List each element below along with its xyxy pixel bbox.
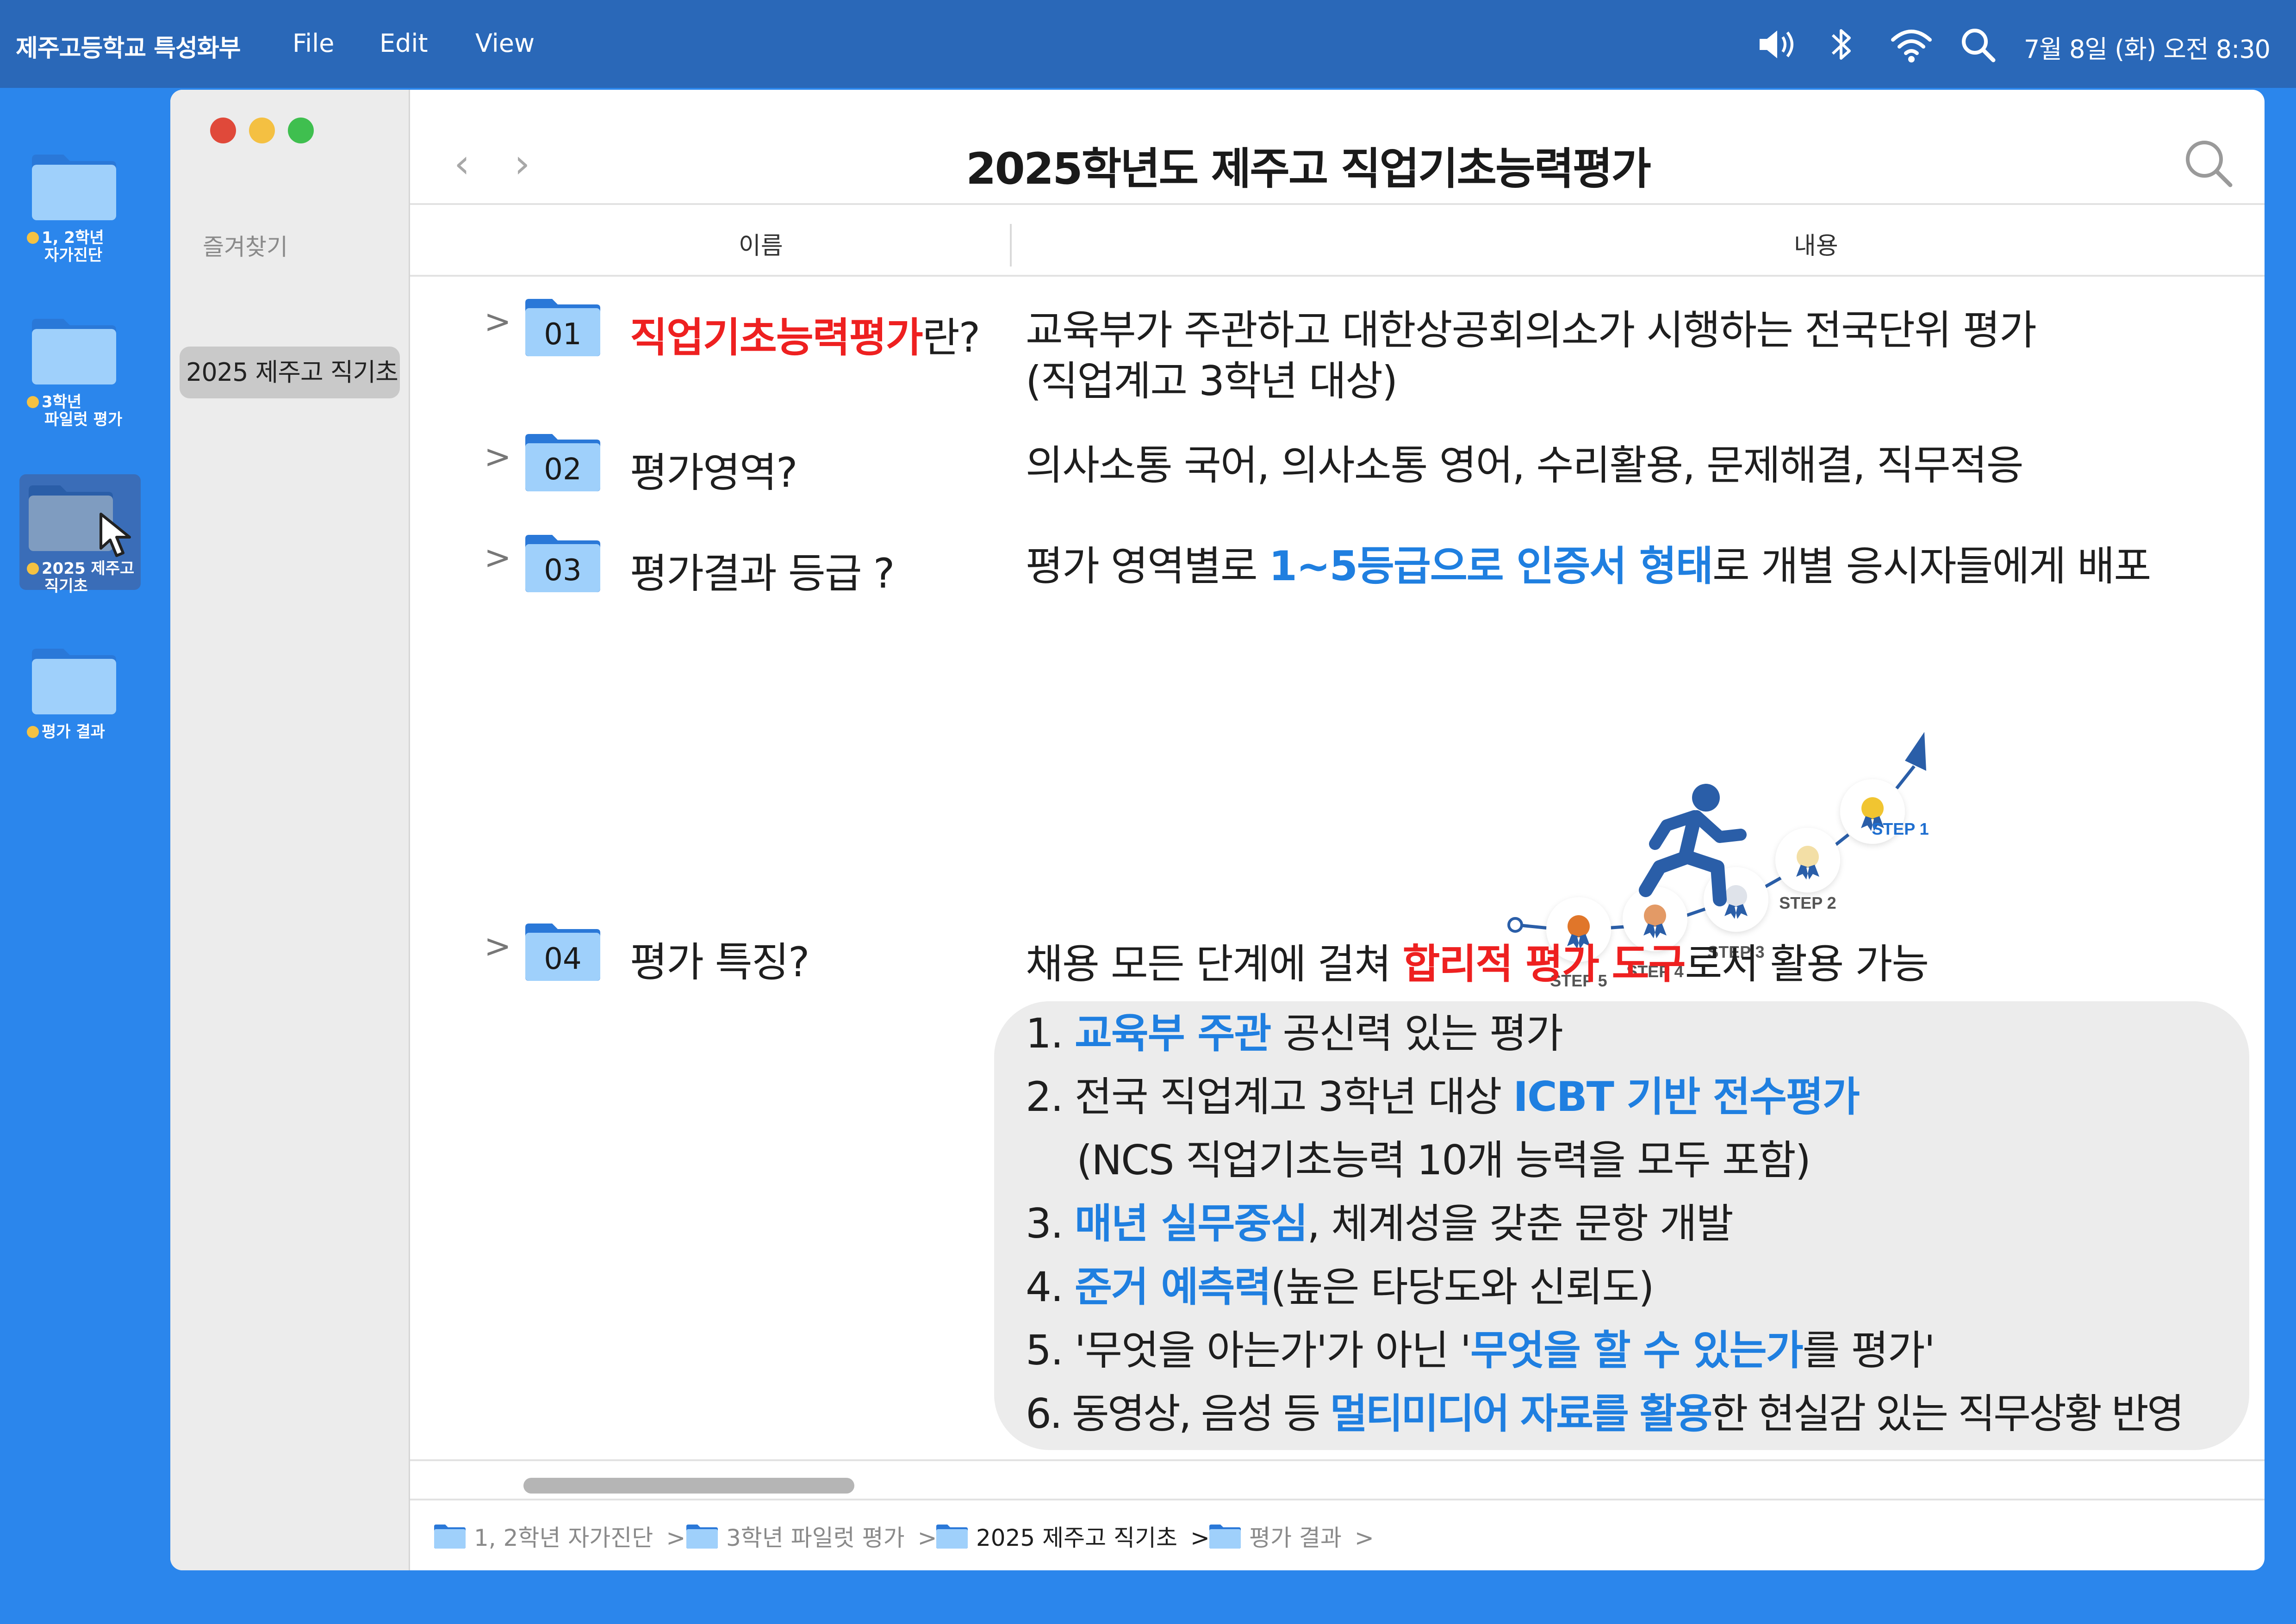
row-folder-03[interactable]: 03 xyxy=(523,534,602,593)
row-text-02: 의사소통 국어, 의사소통 영어, 수리활용, 문제해결, 직무적응 xyxy=(1026,441,2024,489)
disclosure-chevron[interactable]: > xyxy=(484,303,511,341)
disclosure-chevron[interactable]: > xyxy=(484,539,511,576)
divider xyxy=(410,203,2265,205)
feature-item: 1. 교육부 주관 공신력 있는 평가 xyxy=(1026,1010,1563,1057)
desktop-folder-2025[interactable]: 2025 제주고 직기초 xyxy=(19,474,157,627)
row-name-01[interactable]: 직업기초능력평가란? xyxy=(630,305,980,364)
row-folder-04[interactable]: 04 xyxy=(523,923,602,982)
divider xyxy=(410,1499,2265,1500)
finder-window: 즐겨찾기 2025 제주고 직기초 ‹ › 2025학년도 제주고 직업기초능력… xyxy=(170,90,2265,1570)
divider xyxy=(410,1459,2265,1461)
disclosure-chevron[interactable]: > xyxy=(484,438,511,476)
window-title: 2025학년도 제주고 직업기초능력평가 xyxy=(966,144,1651,194)
folder-icon xyxy=(686,1525,718,1549)
step-label: STEP 1 xyxy=(1872,819,1929,838)
desktop-folder-results[interactable]: 평가 결과 xyxy=(19,647,157,790)
row-name-03[interactable]: 평가결과 등급 ? xyxy=(630,541,895,600)
menu-view[interactable]: View xyxy=(475,29,535,58)
column-header-content[interactable]: 내용 xyxy=(1794,226,1838,261)
tag-dot-icon xyxy=(27,726,39,738)
cursor-icon xyxy=(100,513,131,557)
breadcrumb-item[interactable]: 평가 결과 > xyxy=(1208,1519,1374,1553)
sidebar: 즐겨찾기 2025 제주고 직기초 xyxy=(170,90,410,1570)
app-name[interactable]: 제주고등학교 특성화부 xyxy=(16,29,241,63)
zoom-button[interactable] xyxy=(288,118,314,143)
feature-item: 4. 준거 예측력(높은 타당도와 신뢰도) xyxy=(1026,1263,1655,1311)
step-label: STEP 2 xyxy=(1779,893,1836,912)
desktop-folder-self-diagnosis[interactable]: 1, 2학년 자가진단 xyxy=(19,153,157,296)
volume-icon[interactable] xyxy=(1754,21,1800,68)
medal-step-2 xyxy=(1775,828,1840,893)
folder-icon xyxy=(32,319,116,384)
search-icon[interactable] xyxy=(2181,136,2237,192)
wifi-icon[interactable] xyxy=(1888,21,1935,68)
feature-item: 3. 매년 실무중심, 체계성을 갖춘 문항 개발 xyxy=(1026,1200,1734,1247)
column-divider[interactable] xyxy=(1010,224,1012,267)
desktop-folder-pilot[interactable]: 3학년 파일럿 평가 xyxy=(19,317,157,460)
main-pane: ‹ › 2025학년도 제주고 직업기초능력평가 이름 내용 > 01 직업기초… xyxy=(410,90,2265,1570)
tag-dot-icon xyxy=(27,396,39,408)
desktop-folder-label: 2025 제주고 직기초 xyxy=(27,560,134,595)
horizontal-scrollbar[interactable] xyxy=(523,1478,854,1494)
column-header-name[interactable]: 이름 xyxy=(739,226,783,261)
folder-icon xyxy=(32,155,116,220)
desktop-folder-label: 평가 결과 xyxy=(27,723,105,741)
sidebar-item-2025[interactable]: 2025 제주고 직기초 xyxy=(180,347,400,398)
tag-dot-icon xyxy=(27,232,39,244)
row-text-04: 채용 모든 단계에 걸쳐 합리적 평가 도구로서 활용 가능 xyxy=(1026,940,1929,988)
breadcrumb-item[interactable]: 1, 2학년 자가진단 > xyxy=(433,1519,685,1553)
desktop-folder-label: 1, 2학년 자가진단 xyxy=(27,229,104,264)
feature-item: 2. 전국 직업계고 3학년 대상 ICBT 기반 전수평가 xyxy=(1026,1073,1860,1121)
row-folder-01[interactable]: 01 xyxy=(523,298,602,357)
feature-item: 6. 동영상, 음성 등 멀티미디어 자료를 활용한 현실감 있는 직무상황 반… xyxy=(1026,1390,2184,1438)
bluetooth-icon[interactable] xyxy=(1823,21,1860,68)
divider xyxy=(410,275,2265,277)
row-name-04[interactable]: 평가 특징? xyxy=(630,930,810,988)
folder-icon xyxy=(1209,1525,1241,1549)
sidebar-heading-favorites: 즐겨찾기 xyxy=(203,234,288,260)
folder-icon xyxy=(32,649,116,714)
breadcrumb-item[interactable]: 3학년 파일럿 평가 > xyxy=(685,1519,937,1553)
menu-edit[interactable]: Edit xyxy=(380,29,428,58)
row-text-01: 교육부가 주관하고 대한상공회의소가 시행하는 전국단위 평가 (직업계고 3학년… xyxy=(1026,306,2037,405)
tag-dot-icon xyxy=(27,563,39,575)
row-name-02[interactable]: 평가영역? xyxy=(630,440,798,499)
menu-file[interactable]: File xyxy=(292,29,334,58)
feature-item: 5. '무엇을 아는가'가 아닌 '무엇을 할 수 있는가를 평가' xyxy=(1026,1326,1935,1374)
feature-item: (NCS 직업기초능력 10개 능력을 모두 포함) xyxy=(1076,1136,1811,1184)
clock[interactable]: 7월 8일 (화) 오전 8:30 xyxy=(2024,29,2271,65)
row-folder-02[interactable]: 02 xyxy=(523,433,602,492)
desktop-folder-label: 3학년 파일럿 평가 xyxy=(27,393,122,428)
minimize-button[interactable] xyxy=(249,118,275,143)
folder-icon xyxy=(434,1525,466,1549)
close-button[interactable] xyxy=(210,118,236,143)
menu-bar: 제주고등학교 특성화부 File Edit View 7월 8일 (화) 오전 … xyxy=(0,0,2296,88)
search-icon[interactable] xyxy=(1955,21,2002,68)
disclosure-chevron[interactable]: > xyxy=(484,927,511,965)
breadcrumb-item-active[interactable]: 2025 제주고 직기초 > xyxy=(935,1519,1210,1553)
row-text-03: 평가 영역별로 1~5등급으로 인증서 형태로 개별 응시자들에게 배포 xyxy=(1026,542,2151,590)
folder-icon xyxy=(936,1525,968,1549)
